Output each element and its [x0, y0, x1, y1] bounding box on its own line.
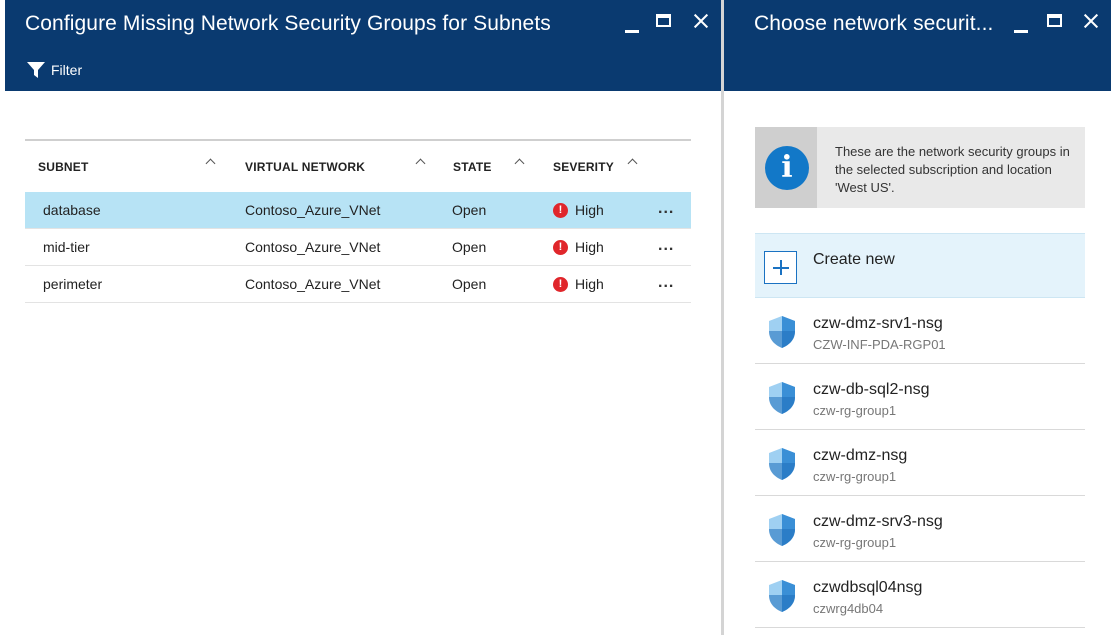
nsg-resource-group: czw-rg-group1 [813, 469, 897, 484]
column-header-subnet[interactable]: SUBNET [38, 160, 89, 174]
create-new-label: Create new [813, 251, 895, 268]
info-text: These are the network security groups in… [835, 144, 1070, 195]
vnet-cell: Contoso_Azure_VNet [245, 239, 381, 255]
list-item[interactable]: czwdbsql04nsg czwrg4db04 [755, 563, 1085, 628]
filter-label: Filter [51, 62, 83, 78]
shield-icon [769, 316, 795, 348]
shield-icon [769, 514, 795, 546]
blade-header: Configure Missing Network Security Group… [5, 0, 722, 91]
create-new-button[interactable]: Create new [755, 233, 1085, 298]
nsg-resource-group: czw-rg-group1 [813, 535, 897, 550]
column-header-virtual-network[interactable]: VIRTUAL NETWORK [245, 160, 365, 174]
info-icon-container: i [755, 127, 817, 208]
chevron-up-icon[interactable] [514, 156, 526, 168]
filter-icon [27, 62, 45, 78]
list-item[interactable]: czw-db-sql2-nsg czw-rg-group1 [755, 365, 1085, 430]
minimize-icon[interactable] [625, 30, 639, 33]
severity-cell: High [575, 239, 604, 255]
maximize-icon[interactable] [1047, 14, 1062, 27]
more-options-button[interactable]: ... [658, 200, 674, 218]
severity-cell: High [575, 202, 604, 218]
more-options-button[interactable]: ... [658, 274, 674, 292]
nsg-resource-group: czwrg4db04 [813, 601, 884, 616]
vnet-cell: Contoso_Azure_VNet [245, 202, 381, 218]
subnet-cell: mid-tier [43, 239, 90, 255]
table-row[interactable]: mid-tier Contoso_Azure_VNet Open ! High … [25, 229, 691, 266]
shield-icon [769, 580, 795, 612]
close-icon[interactable] [693, 13, 709, 29]
column-header-severity[interactable]: SEVERITY [553, 160, 614, 174]
chevron-up-icon[interactable] [205, 156, 217, 168]
error-circle-icon: ! [553, 277, 568, 292]
chevron-up-icon[interactable] [415, 156, 427, 168]
configure-nsg-blade: Configure Missing Network Security Group… [0, 0, 722, 635]
table-row[interactable]: perimeter Contoso_Azure_VNet Open ! High… [25, 266, 691, 303]
minimize-icon[interactable] [1014, 30, 1028, 33]
nsg-name: czw-dmz-srv1-nsg [813, 315, 943, 332]
nsg-resource-group: CZW-INF-PDA-RGP01 [813, 337, 946, 352]
state-cell: Open [452, 202, 487, 218]
blade-title: Choose network securit... [754, 12, 994, 35]
list-item[interactable]: czw-dmz-srv1-nsg CZW-INF-PDA-RGP01 [755, 299, 1085, 364]
nsg-name: czwdbsql04nsg [813, 579, 923, 596]
error-circle-icon: ! [553, 203, 568, 218]
grid-divider [25, 139, 691, 141]
nsg-name: czw-dmz-nsg [813, 447, 908, 464]
state-cell: Open [452, 239, 487, 255]
subnet-cell: perimeter [43, 276, 103, 292]
subnet-cell: database [43, 202, 101, 218]
blade-header: Choose network securit... [724, 0, 1111, 91]
info-banner: i These are the network security groups … [755, 127, 1085, 208]
list-item[interactable]: czw-dmz-srv3-nsg czw-rg-group1 [755, 497, 1085, 562]
column-header-state[interactable]: STATE [453, 160, 492, 174]
state-cell: Open [452, 276, 487, 292]
table-row[interactable]: database Contoso_Azure_VNet Open ! High … [25, 192, 691, 229]
more-options-button[interactable]: ... [658, 237, 674, 255]
nsg-name: czw-db-sql2-nsg [813, 381, 930, 398]
filter-button[interactable]: Filter [27, 62, 82, 78]
shield-icon [769, 382, 795, 414]
error-circle-icon: ! [553, 240, 568, 255]
shield-icon [769, 448, 795, 480]
list-item[interactable]: czw-dmz-nsg czw-rg-group1 [755, 431, 1085, 496]
severity-cell: High [575, 276, 604, 292]
close-icon[interactable] [1083, 13, 1099, 29]
blade-title: Configure Missing Network Security Group… [25, 12, 551, 35]
choose-nsg-blade: Choose network securit... i These are th… [724, 0, 1111, 635]
plus-icon [764, 251, 797, 284]
nsg-name: czw-dmz-srv3-nsg [813, 513, 943, 530]
vnet-cell: Contoso_Azure_VNet [245, 276, 381, 292]
maximize-icon[interactable] [656, 14, 671, 27]
nsg-resource-group: czw-rg-group1 [813, 403, 897, 418]
info-icon: i [765, 146, 809, 190]
chevron-up-icon[interactable] [627, 156, 639, 168]
